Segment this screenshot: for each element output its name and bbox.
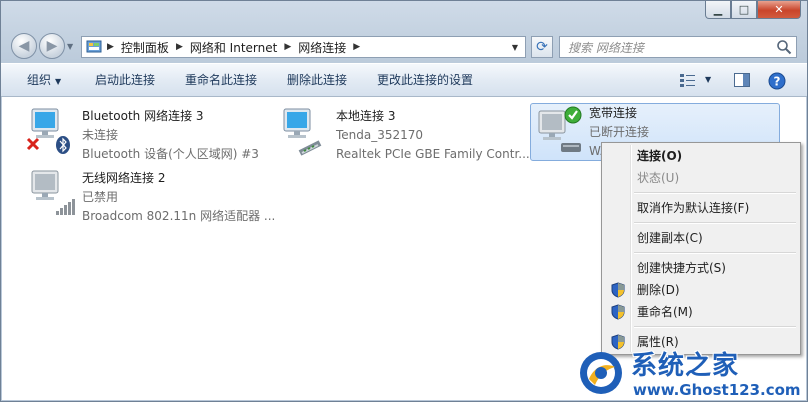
view-options-icon[interactable]: [679, 72, 697, 88]
watermark-logo-icon: [580, 352, 622, 394]
connection-text: Bluetooth 网络连接 3 未连接 Bluetooth 设备(个人区域网)…: [82, 107, 259, 164]
chevron-down-icon: ▼: [55, 77, 62, 86]
organize-label: 组织: [27, 73, 52, 87]
bluetooth-network-icon: [26, 108, 70, 154]
connection-device: Realtek PCIe GBE Family Contr...: [336, 147, 530, 161]
connection-name: 本地连接 3: [336, 109, 396, 123]
breadcrumb: 控制面板 ▶ 网络和 Internet ▶ 网络连接 ▶: [117, 39, 363, 56]
breadcrumb-separator-icon[interactable]: ▶: [173, 42, 186, 52]
menu-item-delete-label: 删除(D): [637, 283, 680, 297]
menu-item-create-shortcut[interactable]: 创建快捷方式(S): [604, 257, 798, 279]
menu-separator: [634, 192, 796, 194]
delete-connection-button[interactable]: 删除此连接: [287, 64, 347, 97]
connection-name: 宽带连接: [589, 106, 638, 120]
explorer-window: ▁ □ ✕ ◀ ▶ ▼ ▶ 控制面板 ▶ 网络和 Internet ▶ 网络连接…: [0, 0, 808, 402]
change-settings-button[interactable]: 更改此连接的设置: [377, 64, 473, 97]
close-button[interactable]: ✕: [757, 1, 801, 19]
menu-item-rename-label: 重命名(M): [637, 305, 693, 319]
enable-connection-button[interactable]: 启动此连接: [95, 64, 155, 97]
connection-item-local[interactable]: 本地连接 3 Tenda_352170 Realtek PCIe GBE Fam…: [280, 105, 530, 163]
connection-status: 未连接: [82, 128, 119, 142]
uac-shield-icon: [611, 282, 625, 298]
svg-text:?: ?: [774, 75, 781, 89]
context-menu: 连接(O) 状态(U) 取消作为默认连接(F) 创建副本(C) 创建快捷方式(S…: [601, 142, 801, 355]
connection-item-wireless[interactable]: 无线网络连接 2 已禁用 Broadcom 802.11n 网络适配器 ...: [26, 167, 276, 225]
uac-shield-icon: [611, 304, 625, 320]
organize-button[interactable]: 组织 ▼: [27, 64, 61, 97]
refresh-icon: ⟳: [536, 39, 548, 55]
command-toolbar: 组织 ▼ 启动此连接 重命名此连接 删除此连接 更改此连接的设置 ▼ ?: [1, 63, 807, 97]
back-button[interactable]: ◀: [11, 33, 37, 59]
ethernet-network-icon: [283, 108, 322, 156]
breadcrumb-separator-icon[interactable]: ▶: [281, 42, 294, 52]
connection-device: Broadcom 802.11n 网络适配器 ...: [82, 209, 276, 223]
title-bar: ▁ □ ✕: [1, 1, 807, 29]
recent-pages-dropdown-icon[interactable]: ▼: [67, 42, 73, 51]
view-dropdown-icon[interactable]: ▼: [705, 75, 711, 84]
help-icon[interactable]: ?: [768, 72, 786, 90]
wireless-network-icon: [31, 170, 75, 215]
address-bar[interactable]: ▶ 控制面板 ▶ 网络和 Internet ▶ 网络连接 ▶ ▼: [81, 36, 526, 58]
control-panel-icon: [86, 40, 102, 53]
watermark-url: www.Ghost123.com: [633, 381, 801, 399]
caption-buttons: ▁ □ ✕: [705, 1, 801, 19]
address-dropdown-icon[interactable]: ▼: [507, 39, 523, 55]
breadcrumb-separator-icon[interactable]: ▶: [350, 42, 363, 52]
breadcrumb-separator-icon[interactable]: ▶: [104, 42, 117, 52]
connection-text: 本地连接 3 Tenda_352170 Realtek PCIe GBE Fam…: [336, 107, 530, 164]
menu-item-create-copy[interactable]: 创建副本(C): [604, 227, 798, 249]
menu-separator: [634, 252, 796, 254]
connection-status: 已断开连接: [589, 125, 650, 139]
search-input[interactable]: 搜索 网络连接: [560, 39, 776, 56]
connection-item-bluetooth[interactable]: Bluetooth 网络连接 3 未连接 Bluetooth 设备(个人区域网)…: [26, 105, 266, 163]
menu-item-cancel-default[interactable]: 取消作为默认连接(F): [604, 197, 798, 219]
connection-device: Bluetooth 设备(个人区域网) #3: [82, 147, 259, 161]
menu-separator: [634, 326, 796, 328]
broadband-network-icon: [538, 106, 582, 152]
maximize-button[interactable]: □: [731, 1, 757, 19]
connection-status: Tenda_352170: [336, 128, 424, 142]
connection-name: Bluetooth 网络连接 3: [82, 109, 204, 123]
menu-item-connect[interactable]: 连接(O): [604, 145, 798, 167]
preview-pane-icon[interactable]: [733, 72, 751, 88]
watermark-title: 系统之家: [631, 351, 740, 381]
refresh-button[interactable]: ⟳: [531, 36, 553, 58]
menu-separator: [634, 222, 796, 224]
breadcrumb-network-internet[interactable]: 网络和 Internet: [186, 39, 281, 56]
breadcrumb-control-panel[interactable]: 控制面板: [117, 39, 173, 56]
navigation-bar: ◀ ▶ ▼ ▶ 控制面板 ▶ 网络和 Internet ▶ 网络连接 ▶ ▼ ⟳: [1, 29, 807, 63]
search-box[interactable]: 搜索 网络连接: [559, 36, 797, 58]
menu-item-rename[interactable]: 重命名(M): [604, 301, 798, 323]
menu-item-delete[interactable]: 删除(D): [604, 279, 798, 301]
site-watermark: 系统之家 www.Ghost123.com: [575, 343, 807, 401]
connection-name: 无线网络连接 2: [82, 171, 166, 185]
breadcrumb-network-connections[interactable]: 网络连接: [294, 39, 350, 56]
rename-connection-button[interactable]: 重命名此连接: [185, 64, 257, 97]
menu-item-status[interactable]: 状态(U): [604, 167, 798, 189]
forward-button[interactable]: ▶: [39, 33, 65, 59]
connection-text: 无线网络连接 2 已禁用 Broadcom 802.11n 网络适配器 ...: [82, 169, 275, 226]
minimize-button[interactable]: ▁: [705, 1, 731, 19]
connection-status: 已禁用: [82, 190, 119, 204]
search-icon[interactable]: [776, 39, 792, 55]
